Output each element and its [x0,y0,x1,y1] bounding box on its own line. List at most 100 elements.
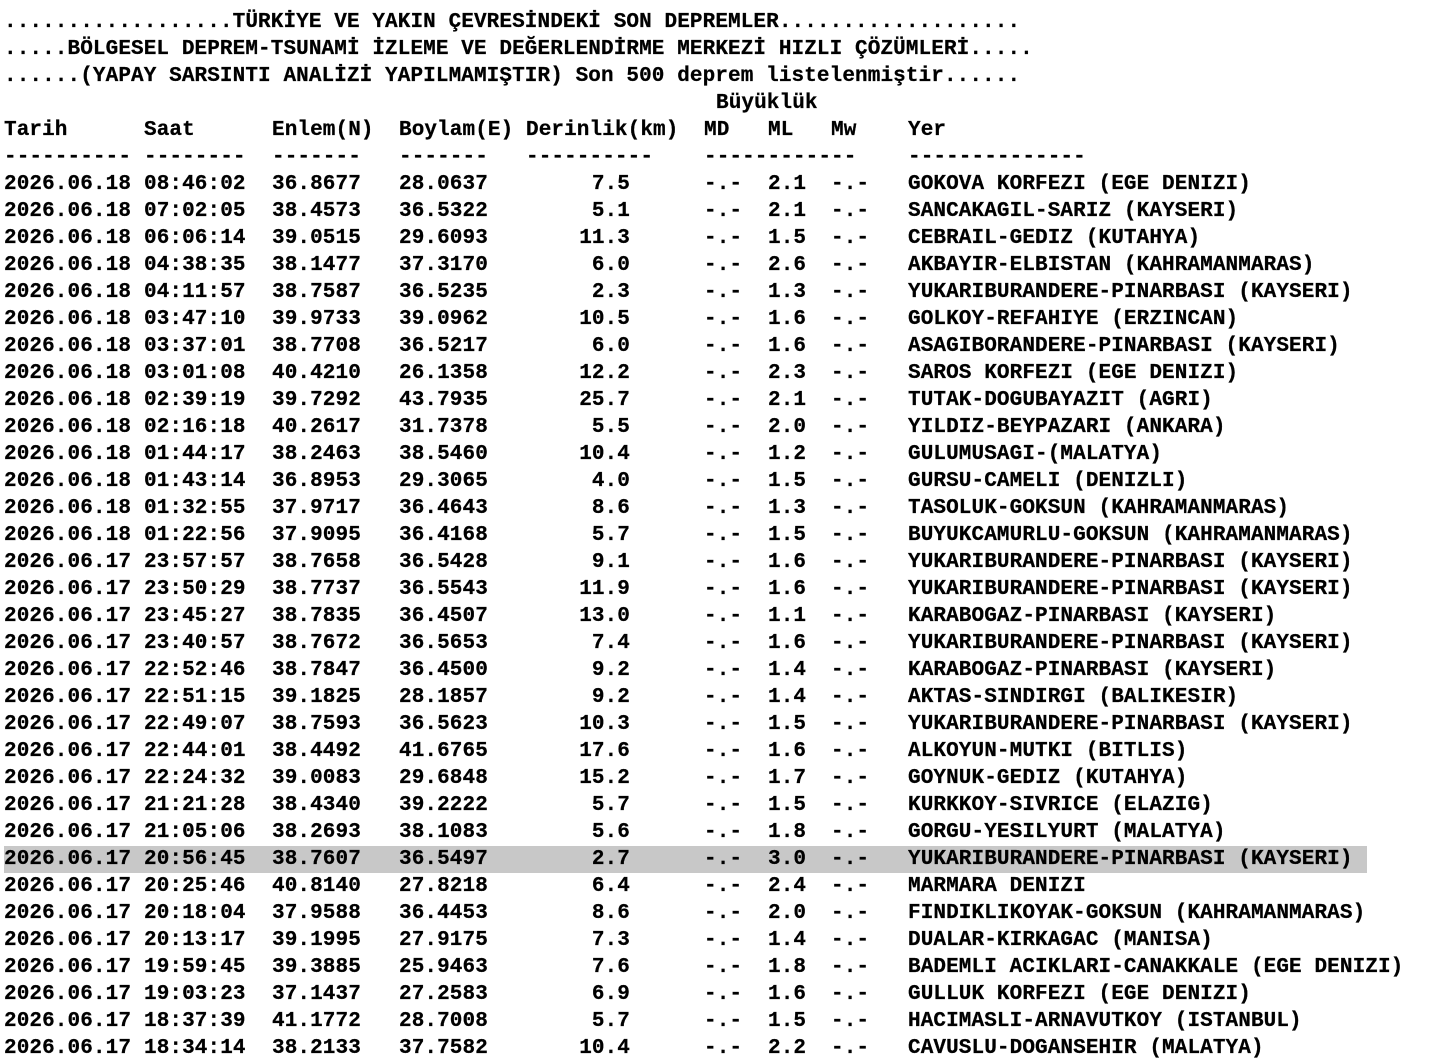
cell-lon: 36.5235 [399,281,488,304]
cell-lat: 36.8677 [272,173,361,196]
cell-place: HACIMASLI-ARNAVUTKOY (ISTANBUL) [908,1010,1302,1033]
table-row[interactable]: 2026.06.17 21:21:28 38.4340 39.2222 5.7 -.- 1.… [4,792,1367,819]
table-row[interactable]: 2026.06.17 22:51:15 39.1825 28.1857 9.2 -.- 1.… [4,684,1367,711]
table-row[interactable]: 2026.06.17 19:59:45 39.3885 25.9463 7.6 -.- 1.… [4,954,1404,981]
cell-date: 2026.06.17 [4,713,132,736]
table-row[interactable]: 2026.06.17 22:44:01 38.4492 41.6765 17.6 -.- 1… [4,738,1367,765]
table-row[interactable]: 2026.06.18 01:32:55 37.9717 36.4643 8.6 -.- 1.… [4,495,1367,522]
cell-time: 07:02:05 [144,200,246,223]
table-row[interactable]: 2026.06.18 03:37:01 38.7708 36.5217 6.0 -.- 1.… [4,333,1367,360]
cell-lat: 37.9095 [272,524,361,547]
table-row[interactable]: 2026.06.17 22:24:32 39.0083 29.6848 15.2 -.- 1… [4,765,1367,792]
cell-lon: 26.1358 [399,362,488,385]
cell-lon: 27.8218 [399,875,488,898]
table-row[interactable]: 2026.06.18 02:39:19 39.7292 43.7935 25.7 -.- 2… [4,387,1367,414]
table-row[interactable]: 2026.06.17 20:13:17 39.1995 27.9175 7.3 -.- 1.… [4,927,1367,954]
cell-time: 20:18:04 [144,902,246,925]
cell-place: FINDIKLIKOYAK-GOKSUN (KAHRAMANMARAS) [908,902,1366,925]
table-row[interactable]: 2026.06.17 23:40:57 38.7672 36.5653 7.4 -.- 1.… [4,630,1367,657]
cell-md: -.- [704,767,743,790]
table-row[interactable]: 2026.06.18 02:16:18 40.2617 31.7378 5.5 -.- 2.… [4,414,1367,441]
separator-time: -------- [144,146,246,169]
cell-date: 2026.06.18 [4,470,132,493]
cell-date: 2026.06.17 [4,821,132,844]
separator-date: ---------- [4,146,132,169]
cell-mw: -.- [831,605,870,628]
cell-mw: -.- [831,794,870,817]
cell-date: 2026.06.17 [4,632,132,655]
table-row[interactable]: 2026.06.18 04:11:57 38.7587 36.5235 2.3 -.- 1.… [4,279,1367,306]
cell-md: -.- [704,578,743,601]
cell-mw: -.- [831,200,870,223]
cell-mw: -.- [831,767,870,790]
cell-time: 01:22:56 [144,524,246,547]
cell-date: 2026.06.18 [4,308,132,331]
cell-ml: 1.5 [768,524,807,547]
table-row[interactable]: 2026.06.17 22:49:07 38.7593 36.5623 10.3 -.- 1… [4,711,1367,738]
col-header-depth: Derinlik(km) [526,119,679,142]
cell-date: 2026.06.18 [4,497,132,520]
cell-lon: 29.3065 [399,470,488,493]
cell-lon: 28.7008 [399,1010,488,1033]
cell-md: -.- [704,308,743,331]
cell-lat: 38.7587 [272,281,361,304]
cell-lat: 39.7292 [272,389,361,412]
cell-lat: 38.2693 [272,821,361,844]
table-row[interactable]: 2026.06.17 23:50:29 38.7737 36.5543 11.9 -.- 1… [4,576,1367,603]
cell-lat: 38.4492 [272,740,361,763]
table-row[interactable]: 2026.06.18 08:46:02 36.8677 28.0637 7.5 -.- 2.… [4,171,1367,198]
cell-time: 23:50:29 [144,578,246,601]
cell-depth: 11.3 [579,227,630,250]
cell-mw: -.- [831,1037,870,1060]
column-header-row: Tarih Saat Enlem(N) Boylam(E) Derinlik(k… [4,117,1367,144]
cell-date: 2026.06.18 [4,200,132,223]
table-row[interactable]: 2026.06.18 01:44:17 38.2463 38.5460 10.4 -.- 1… [4,441,1367,468]
table-row[interactable]: 2026.06.17 23:45:27 38.7835 36.4507 13.0 -.- 1… [4,603,1367,630]
cell-time: 04:11:57 [144,281,246,304]
cell-place: YUKARIBURANDERE-PINARBASI (KAYSERI) [908,578,1353,601]
cell-place: YUKARIBURANDERE-PINARBASI (KAYSERI) [908,713,1353,736]
cell-time: 01:43:14 [144,470,246,493]
cell-ml: 1.6 [768,335,807,358]
magnitude-group-label: Büyüklük [716,92,818,115]
cell-date: 2026.06.18 [4,254,132,277]
cell-depth: 15.2 [579,767,630,790]
cell-md: -.- [704,497,743,520]
cell-time: 21:05:06 [144,821,246,844]
table-row[interactable]: 2026.06.17 20:25:46 40.8140 27.8218 6.4 -.- 2.… [4,873,1367,900]
cell-depth: 12.2 [579,362,630,385]
table-row[interactable]: 2026.06.18 01:43:14 36.8953 29.3065 4.0 -.- 1.… [4,468,1367,495]
col-header-mw: Mw [831,119,857,142]
table-row[interactable]: 2026.06.18 01:22:56 37.9095 36.4168 5.7 -.- 1.… [4,522,1367,549]
cell-mw: -.- [831,173,870,196]
table-row[interactable]: 2026.06.18 07:02:05 38.4573 36.5322 5.1 -.- 2.… [4,198,1367,225]
col-header-time: Saat [144,119,195,142]
cell-mw: -.- [831,470,870,493]
table-row[interactable]: 2026.06.17 22:52:46 38.7847 36.4500 9.2 -.- 1.… [4,657,1367,684]
cell-depth: 6.4 [591,875,630,898]
table-row[interactable]: 2026.06.17 21:05:06 38.2693 38.1083 5.6 -.- 1.… [4,819,1367,846]
table-row[interactable]: 2026.06.17 18:34:14 38.2133 37.7582 10.4 -.- 2… [4,1035,1367,1062]
table-row[interactable]: 2026.06.18 03:01:08 40.4210 26.1358 12.2 -.- 2… [4,360,1367,387]
cell-place: YUKARIBURANDERE-PINARBASI (KAYSERI) [908,281,1353,304]
table-row[interactable]: 2026.06.17 19:03:23 37.1437 27.2583 6.9 -.- 1.… [4,981,1367,1008]
cell-ml: 1.6 [768,551,807,574]
table-row[interactable]: 2026.06.18 04:38:35 38.1477 37.3170 6.0 -.- 2.… [4,252,1367,279]
table-row[interactable]: 2026.06.17 18:37:39 41.1772 28.7008 5.7 -.- 1.… [4,1008,1367,1035]
cell-lon: 28.0637 [399,173,488,196]
cell-ml: 1.3 [768,497,807,520]
cell-time: 06:06:14 [144,227,246,250]
cell-lon: 39.0962 [399,308,488,331]
table-row[interactable]: 2026.06.17 23:57:57 38.7658 36.5428 9.1 -.- 1.… [4,549,1367,576]
table-row[interactable]: 2026.06.18 03:47:10 39.9733 39.0962 10.5 -.- 1… [4,306,1367,333]
table-row-highlighted[interactable]: 2026.06.17 20:56:45 38.7607 36.5497 2.7 -.- 3.… [4,846,1367,873]
cell-date: 2026.06.17 [4,740,132,763]
table-row[interactable]: 2026.06.18 06:06:14 39.0515 29.6093 11.3 -.- 1… [4,225,1367,252]
cell-time: 19:59:45 [144,956,246,979]
cell-time: 22:44:01 [144,740,246,763]
cell-depth: 5.1 [591,200,630,223]
cell-lat: 39.1825 [272,686,361,709]
separator-lat: ------- [272,146,361,169]
cell-date: 2026.06.18 [4,362,132,385]
table-row[interactable]: 2026.06.17 20:18:04 37.9588 36.4453 8.6 -.- 2.… [4,900,1367,927]
